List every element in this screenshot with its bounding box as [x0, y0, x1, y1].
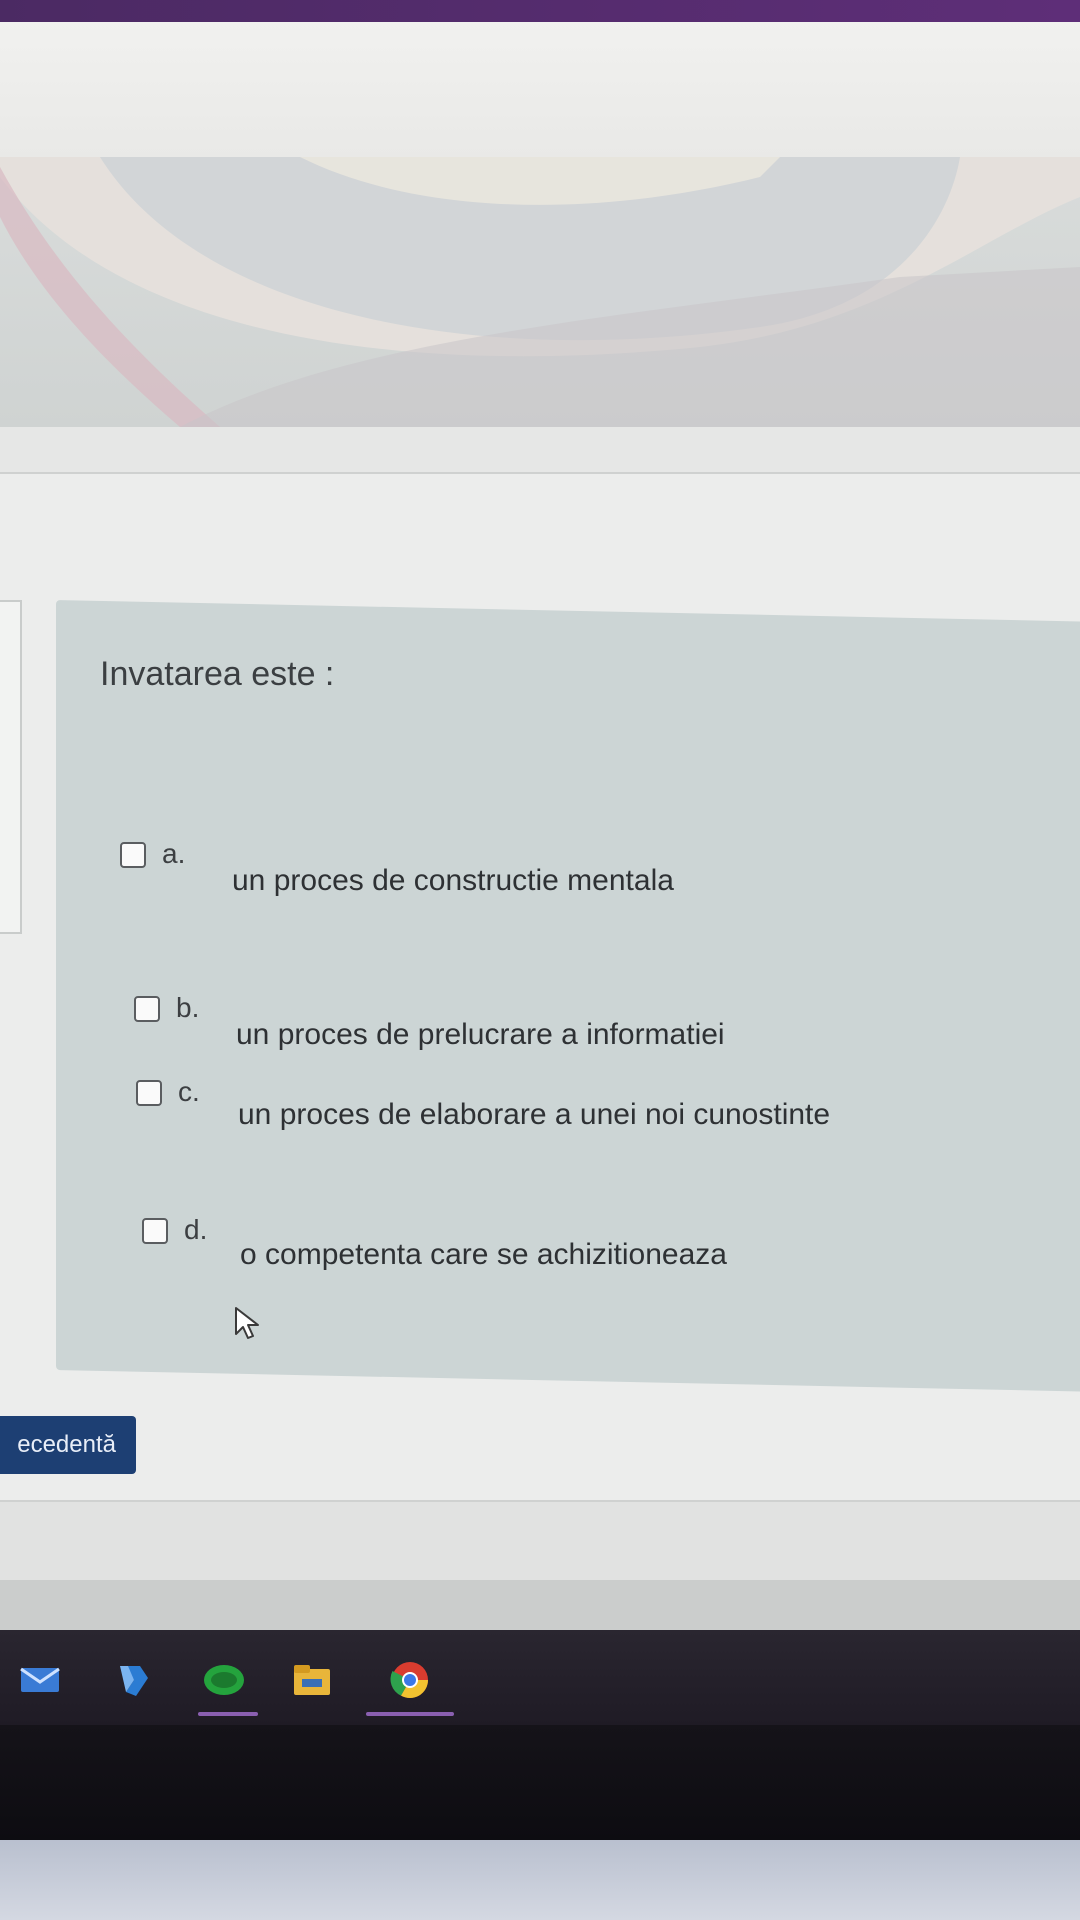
mail-icon[interactable] [18, 1660, 62, 1700]
option-c[interactable]: c. [136, 1076, 200, 1108]
option-text[interactable]: un proces de elaborare a unei noi cunost… [238, 1098, 830, 1132]
chrome-icon[interactable] [388, 1660, 432, 1700]
option-text[interactable]: un proces de constructie mentala [232, 864, 674, 898]
option-a[interactable]: a. [120, 838, 185, 870]
option-text[interactable]: o competenta care se achizitioneaza [240, 1238, 727, 1272]
page-footer-bottom [0, 1580, 1080, 1630]
mouse-cursor-icon [235, 1307, 259, 1339]
monitor-top-bezel [0, 0, 1080, 22]
desk-surface [0, 1840, 1080, 1920]
active-app-indicator [366, 1712, 454, 1716]
monitor-bottom-bezel [0, 1725, 1080, 1840]
file-explorer-icon[interactable] [290, 1660, 334, 1700]
option-d[interactable]: d. [142, 1214, 207, 1246]
checkbox-d[interactable] [142, 1218, 168, 1244]
windows-taskbar [0, 1630, 1080, 1725]
option-letter: c. [178, 1076, 200, 1107]
option-letter: a. [162, 838, 186, 869]
checkbox-a[interactable] [120, 842, 146, 868]
checkbox-b[interactable] [134, 996, 160, 1022]
left-nav-panel [0, 600, 22, 934]
question-card [56, 600, 1080, 1392]
option-letter: b. [176, 992, 200, 1023]
banner-divider [0, 427, 1080, 474]
checkbox-c[interactable] [136, 1080, 162, 1106]
option-letter: d. [184, 1214, 208, 1245]
teams-icon[interactable] [202, 1660, 246, 1700]
previous-page-button[interactable]: ecedentă [0, 1416, 136, 1474]
active-app-indicator [198, 1712, 258, 1716]
question-text: Invatarea este : [100, 655, 335, 693]
page-header [0, 22, 1080, 157]
banner-graphic [0, 157, 1080, 427]
option-text[interactable]: un proces de prelucrare a informatiei [236, 1018, 725, 1052]
sway-icon[interactable] [112, 1660, 156, 1700]
screen: Invatarea este : a. un proces de constru… [0, 0, 1080, 1920]
page-footer [0, 1500, 1080, 1582]
option-b[interactable]: b. [134, 992, 199, 1024]
course-banner [0, 157, 1080, 427]
